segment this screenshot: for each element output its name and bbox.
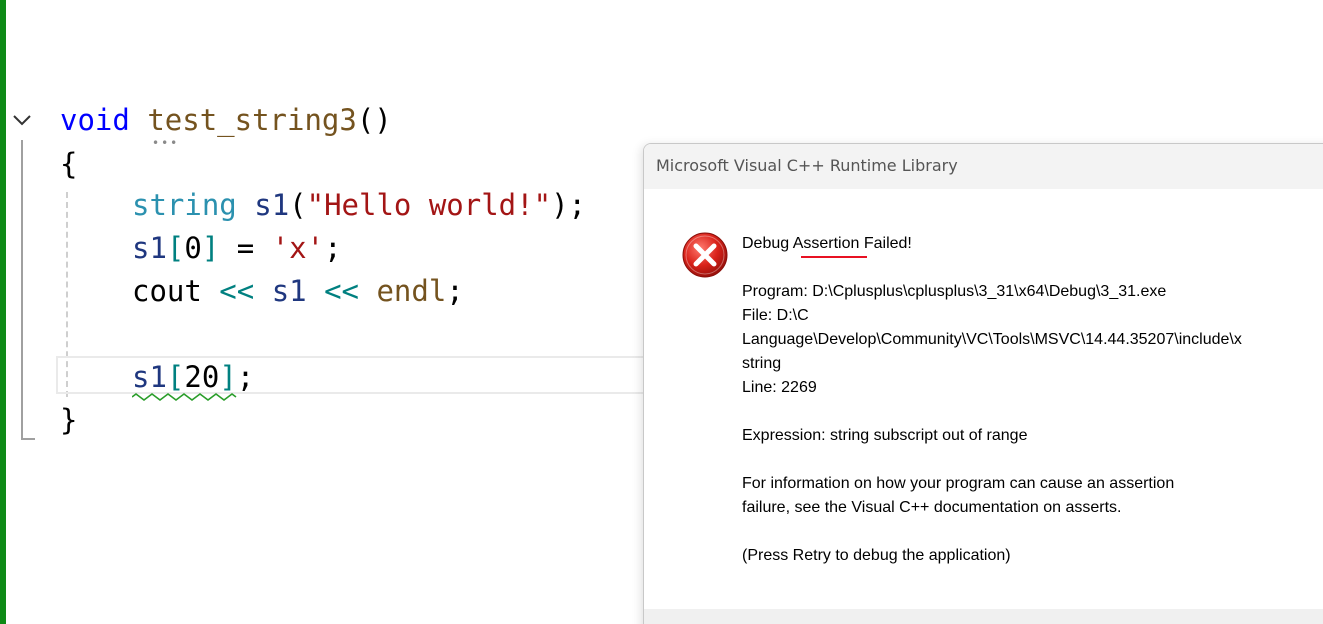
char-literal: 'x'	[271, 231, 325, 265]
identifier-s1: s1	[132, 231, 167, 265]
function-name[interactable]: test_string3	[147, 103, 357, 137]
paren-open: (	[289, 188, 307, 222]
assign-op: =	[219, 231, 272, 265]
expression-text: Expression: string subscript out of rang…	[742, 427, 1028, 444]
keyword-void: void	[60, 103, 130, 137]
open-brace: {	[60, 147, 78, 181]
dialog-heading: Debug Assertion Failed!	[742, 235, 912, 252]
fold-guide-line	[21, 140, 23, 440]
dialog-button-bar	[644, 609, 1323, 624]
stream-op: <<	[306, 274, 377, 308]
fold-chevron-icon[interactable]	[10, 108, 34, 132]
bracket-close: ]	[219, 360, 237, 394]
index-number: 0	[184, 231, 202, 265]
warning-squiggle[interactable]	[132, 393, 238, 401]
dialog-titlebar[interactable]: Microsoft Visual C++ Runtime Library	[644, 144, 1323, 189]
file-path-line-1: File: D:\C	[742, 307, 809, 324]
fold-guide-end	[21, 438, 35, 440]
identifier-endl: endl	[376, 274, 447, 308]
bracket-open: [	[166, 231, 185, 265]
code-line-5: cout << s1 << endl;	[132, 271, 464, 311]
dialog-title: Microsoft Visual C++ Runtime Library	[656, 156, 958, 175]
close-brace: }	[60, 403, 78, 437]
file-path-line-2: Language\Develop\Community\VC\Tools\MSVC…	[742, 331, 1242, 348]
code-line-2: {	[60, 144, 77, 184]
retry-hint: (Press Retry to debug the application)	[742, 547, 1011, 564]
code-line-1: void test_string3()	[60, 100, 392, 140]
index-number: 20	[184, 360, 220, 394]
code-line-3: string s1("Hello world!");	[132, 185, 586, 225]
code-line-4: s1[0] = 'x';	[132, 228, 342, 268]
program-path: Program: D:\Cplusplus\cplusplus\3_31\x64…	[742, 283, 1167, 300]
quick-action-hint[interactable]: •••	[152, 136, 179, 150]
semicolon: ;	[324, 231, 342, 265]
spell-underline	[801, 256, 867, 258]
line-number: Line: 2269	[742, 379, 817, 396]
parens: ()	[356, 103, 392, 137]
string-literal: "Hello world!"	[306, 188, 552, 222]
identifier-s1: s1	[271, 274, 307, 308]
screen: void test_string3() ••• { string s1("Hel…	[0, 0, 1323, 624]
bracket-open: [	[166, 360, 185, 394]
runtime-error-dialog: Microsoft Visual C++ Runtime Library Deb…	[643, 143, 1323, 624]
identifier-s1: s1	[254, 188, 290, 222]
file-path-line-3: string	[742, 355, 782, 372]
info-text-line-2: failure, see the Visual C++ documentatio…	[742, 499, 1122, 516]
semicolon: ;	[236, 360, 255, 394]
type-string: string	[132, 188, 237, 222]
paren-close: );	[551, 188, 586, 222]
info-text-line-1: For information on how your program can …	[742, 475, 1175, 492]
bracket-close: ]	[201, 231, 220, 265]
error-icon	[682, 232, 728, 278]
semicolon: ;	[446, 274, 464, 308]
stream-op: <<	[201, 274, 272, 308]
identifier-s1: s1	[132, 360, 167, 394]
code-line-8: }	[60, 400, 77, 440]
identifier-cout: cout	[132, 274, 202, 308]
code-line-7: s1[20];	[132, 357, 254, 397]
